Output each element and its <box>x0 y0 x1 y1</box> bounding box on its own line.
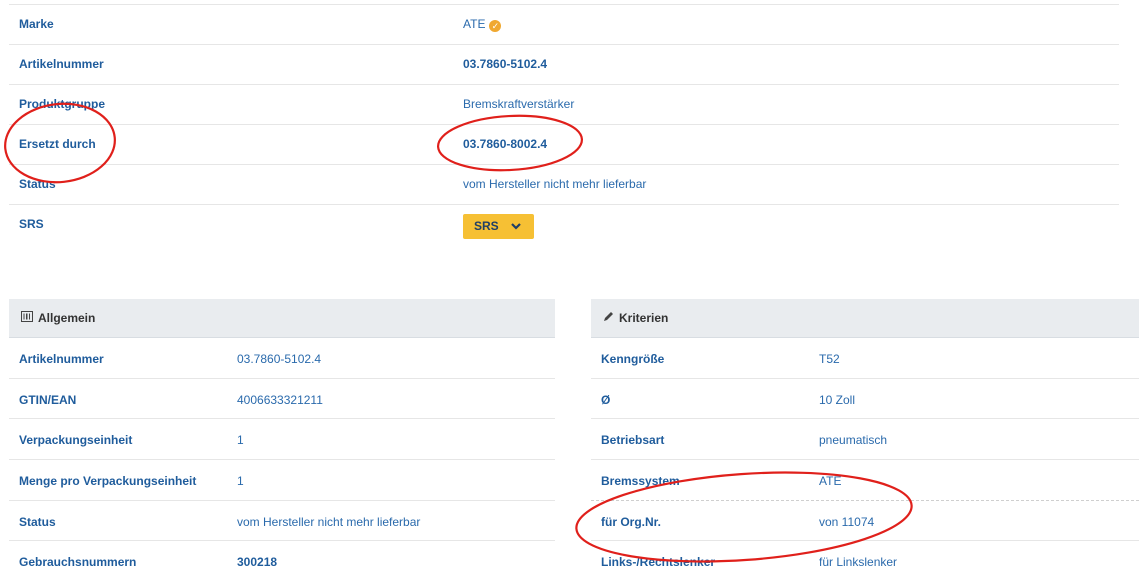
allgemein-row: Status vom Hersteller nicht mehr lieferb… <box>9 501 555 542</box>
row-label: Kenngröße <box>601 352 665 366</box>
allgemein-row: Menge pro Verpackungseinheit 1 <box>9 460 555 501</box>
row-label: SRS <box>19 217 44 231</box>
product-group-link[interactable]: Bremskraftverstärker <box>463 97 574 111</box>
row-value: 4006633321211 <box>237 392 323 407</box>
kriterien-row: für Org.Nr. von 11074 <box>591 501 1139 542</box>
kriterien-panel: Kriterien Kenngröße T52 Ø 10 Zoll Betrie… <box>591 299 1139 581</box>
row-label: Marke <box>19 17 54 31</box>
row-value[interactable]: ATE <box>463 17 485 31</box>
row-value: von 11074 <box>819 514 875 529</box>
row-value: 1 <box>237 474 244 489</box>
details-row-status: Status vom Hersteller nicht mehr lieferb… <box>9 165 1119 205</box>
check-badge-icon: ✓ <box>489 20 502 32</box>
allgemein-row: GTIN/EAN 4006633321211 <box>9 379 555 420</box>
row-value: vom Hersteller nicht mehr lieferbar <box>237 514 421 529</box>
panel-title: Allgemein <box>38 311 96 325</box>
barcode-icon <box>21 300 33 339</box>
panel-header: Allgemein <box>9 299 555 338</box>
status-value: vom Hersteller nicht mehr lieferbar <box>463 177 647 191</box>
row-label: Menge pro Verpackungseinheit <box>19 474 197 489</box>
row-label: Bremssystem <box>601 474 680 489</box>
panel-header: Kriterien <box>591 299 1139 338</box>
chevron-down-icon <box>511 214 521 248</box>
row-value: ATE <box>819 474 842 489</box>
row-label: Ersetzt durch <box>19 137 96 151</box>
replacement-article-link[interactable]: 03.7860-8002.4 <box>463 137 547 151</box>
product-details-table: Marke ATE ✓ Artikelnummer 03.7860-5102.4 … <box>9 4 1119 251</box>
details-row-marke: Marke ATE ✓ <box>9 5 1119 45</box>
row-label: Ø <box>601 392 611 407</box>
row-label: für Org.Nr. <box>601 514 662 529</box>
row-label: Betriebsart <box>601 433 665 448</box>
row-value: pneumatisch <box>819 433 888 448</box>
details-row-ersetzt-durch: Ersetzt durch 03.7860-8002.4 <box>9 125 1119 165</box>
row-value: 1 <box>237 433 244 448</box>
kriterien-row: Bremssystem ATE <box>591 460 1139 501</box>
row-label: Links-/Rechtslenker <box>601 555 716 570</box>
details-row-artikelnummer: Artikelnummer 03.7860-5102.4 <box>9 45 1119 85</box>
pencil-icon <box>603 300 614 339</box>
details-row-srs: SRS SRS <box>9 205 1119 251</box>
article-number-link[interactable]: 03.7860-5102.4 <box>463 57 547 71</box>
row-value: T52 <box>819 352 840 366</box>
kriterien-row: Links-/Rechtslenker für Linkslenker <box>591 541 1139 581</box>
row-label: Verpackungseinheit <box>19 433 133 448</box>
row-value: 03.7860-5102.4 <box>237 352 322 366</box>
row-label: Status <box>19 177 56 191</box>
details-row-produktgruppe: Produktgruppe Bremskraftverstärker <box>9 85 1119 125</box>
row-value: für Linkslenker <box>819 555 898 570</box>
kriterien-row: Betriebsart pneumatisch <box>591 419 1139 461</box>
allgemein-row: Artikelnummer 03.7860-5102.4 <box>9 338 555 379</box>
row-label: Artikelnummer <box>19 352 104 366</box>
allgemein-row: Gebrauchsnummern 300218 <box>9 541 555 581</box>
row-label: Artikelnummer <box>19 57 104 71</box>
row-label: Gebrauchsnummern <box>19 555 137 570</box>
row-label: Produktgruppe <box>19 97 105 111</box>
brand-value[interactable]: ATE ✓ <box>463 17 502 32</box>
kriterien-row: Ø 10 Zoll <box>591 379 1139 420</box>
usage-number-link[interactable]: 300218 <box>237 555 277 569</box>
srs-button-label: SRS <box>474 219 499 233</box>
allgemein-row: Verpackungseinheit 1 <box>9 419 555 461</box>
kriterien-row: Kenngröße T52 <box>591 338 1139 379</box>
row-value: 10 Zoll <box>819 392 856 407</box>
srs-dropdown-button[interactable]: SRS <box>463 214 534 239</box>
allgemein-panel: Allgemein Artikelnummer 03.7860-5102.4 G… <box>9 299 555 581</box>
row-label: Status <box>19 514 56 529</box>
row-label: GTIN/EAN <box>19 392 77 407</box>
panel-title: Kriterien <box>619 311 669 325</box>
